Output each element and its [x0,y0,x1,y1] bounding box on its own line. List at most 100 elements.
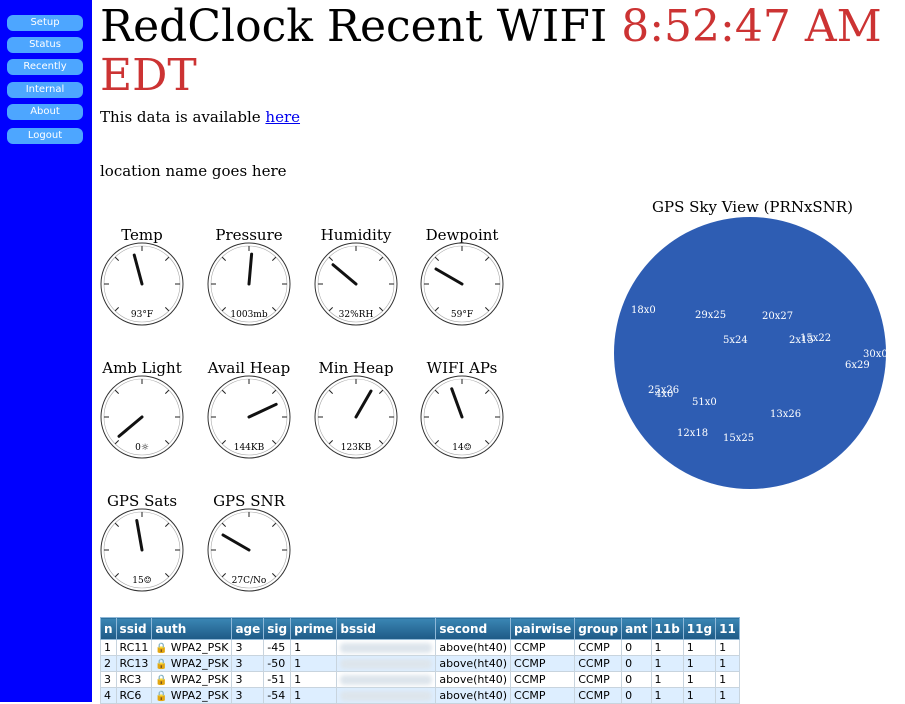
bssid-redacted [340,691,433,701]
auth-cell: 🔒 WPA2_PSK [151,671,233,688]
lock-icon: 🔒 [155,675,168,686]
column-header[interactable]: n [100,617,117,640]
nav-recently-button[interactable]: Recently [7,59,83,75]
gauge-gps-sats: GPS Sats 15☺ [100,492,200,617]
satellite-label: 13x26 [770,409,801,420]
location-name: location name goes here [100,162,287,180]
column-header[interactable]: ssid [115,617,153,640]
satellite-label: 4x0 [655,389,673,400]
satellite-label: 51x0 [692,397,717,408]
nav-about-button[interactable]: About [7,104,83,120]
gauge-value: 15☺ [132,576,152,586]
gps-sky-view: 18x0 29x25 20x275x24 2x1515x2230x06x2925x26… [614,217,886,489]
data-link[interactable]: here [265,108,300,126]
satellite-label: 15x25 [723,433,754,444]
gauge-value: 27C/No [231,576,267,586]
table-cell: above(ht40) [435,687,512,704]
bssid-cell [336,687,437,704]
bssid-redacted [340,643,433,653]
gauge-amb-light: Amb Light 0☼ [100,359,200,484]
satellite-label: 5x24 [723,335,748,346]
table-cell: 1 [650,687,684,704]
nav-status-button[interactable]: Status [7,37,83,53]
bssid-redacted [340,675,433,685]
gauge-value: 93°F [130,310,154,320]
table-row[interactable]: 2 RC13 🔒 WPA2_PSK 3 -50 1 above(ht40) CCMP CCMP 0 1… [100,655,740,672]
gauge-wifi-aps: WIFI APs 14☺ [420,359,520,484]
table-row[interactable]: 1 RC11 🔒 WPA2_PSK 3 -45 1 above(ht40) CCMP CCMP 0 1… [100,639,740,656]
table-cell: CCMP [510,639,576,656]
nav-logout-button[interactable]: Logout [7,128,83,144]
page-title: RedClock Recent WIFI 8:52:47 AM EDT [100,2,900,100]
gauge-pressure: Pressure 1003mb [207,226,307,351]
bssid-cell [336,671,437,688]
column-header[interactable]: prime [290,617,338,640]
gauge-min-heap: Min Heap 123KB [314,359,414,484]
sidebar: Setup Status Recently Internal About Log… [0,0,92,702]
satellite-label: 18x0 [631,305,656,316]
table-cell: 1 [290,671,338,688]
column-header[interactable]: bssid [336,617,437,640]
table-cell: RC13 [115,655,153,672]
table-cell: CCMP [510,687,576,704]
table-cell: 1 [290,655,338,672]
column-header[interactable]: 11g [682,617,717,640]
satellite-label: 15x22 [800,333,831,344]
table-cell: 1 [715,671,740,688]
column-header[interactable]: sig [263,617,292,640]
column-header[interactable]: 11b [650,617,684,640]
table-cell: 3 [231,687,265,704]
column-header[interactable]: age [231,617,265,640]
column-header[interactable]: pairwise [510,617,576,640]
gauge-avail-heap: Avail Heap 144KB [207,359,307,484]
table-cell: 1 [715,687,740,704]
column-header[interactable]: auth [151,617,233,640]
gauge-value: 144KB [233,443,265,453]
bssid-cell [336,655,437,672]
gauge-value: 0☼ [135,443,149,453]
bssid-redacted [340,659,433,669]
column-header[interactable]: group [574,617,623,640]
table-cell: 1 [100,639,117,656]
table-cell: 1 [682,687,717,704]
table-row[interactable]: 3 RC3 🔒 WPA2_PSK 3 -51 1 above(ht40) CCMP CCMP 0 1 1… [100,671,740,688]
table-cell: 3 [231,655,265,672]
data-availability: This data is available here [100,108,300,126]
table-cell: 1 [682,671,717,688]
table-cell: CCMP [574,639,623,656]
table-cell: above(ht40) [435,671,512,688]
table-cell: 3 [231,671,265,688]
table-cell: 0 [621,639,652,656]
table-cell: 1 [682,639,717,656]
table-cell: above(ht40) [435,639,512,656]
table-cell: 1 [715,639,740,656]
table-cell: 3 [231,639,265,656]
title-text: RedClock Recent WIFI [100,1,622,52]
lock-icon: 🔒 [155,691,168,702]
gauge-value: 14☺ [452,443,472,453]
satellite-label: 12x18 [677,428,708,439]
gauge-dewpoint: Dewpoint 59°F [420,226,520,351]
column-header[interactable]: 11 [715,617,740,640]
column-header[interactable]: ant [621,617,652,640]
table-cell: 0 [621,671,652,688]
table-cell: 1 [290,687,338,704]
nav-internal-button[interactable]: Internal [7,82,83,98]
column-header[interactable]: second [435,617,512,640]
table-cell: CCMP [574,687,623,704]
wifi-table: n ssid auth age sig prime bssid second pairwise g… [100,617,740,704]
nav-setup-button[interactable]: Setup [7,15,83,31]
table-cell: 1 [715,655,740,672]
auth-cell: 🔒 WPA2_PSK [151,639,233,656]
auth-value: WPA2_PSK [170,641,229,654]
satellite-label: 29x25 [695,310,726,321]
table-cell: 0 [621,655,652,672]
gauge-value: 123KB [340,443,372,453]
table-cell: 1 [650,639,684,656]
table-cell: 2 [100,655,117,672]
auth-cell: 🔒 WPA2_PSK [151,655,233,672]
lock-icon: 🔒 [155,659,168,670]
table-row[interactable]: 4 RC6 🔒 WPA2_PSK 3 -54 1 above(ht40) CCMP CCMP 0 1 1… [100,687,740,704]
auth-value: WPA2_PSK [170,673,229,686]
gauge-humidity: Humidity 32%RH [314,226,414,351]
